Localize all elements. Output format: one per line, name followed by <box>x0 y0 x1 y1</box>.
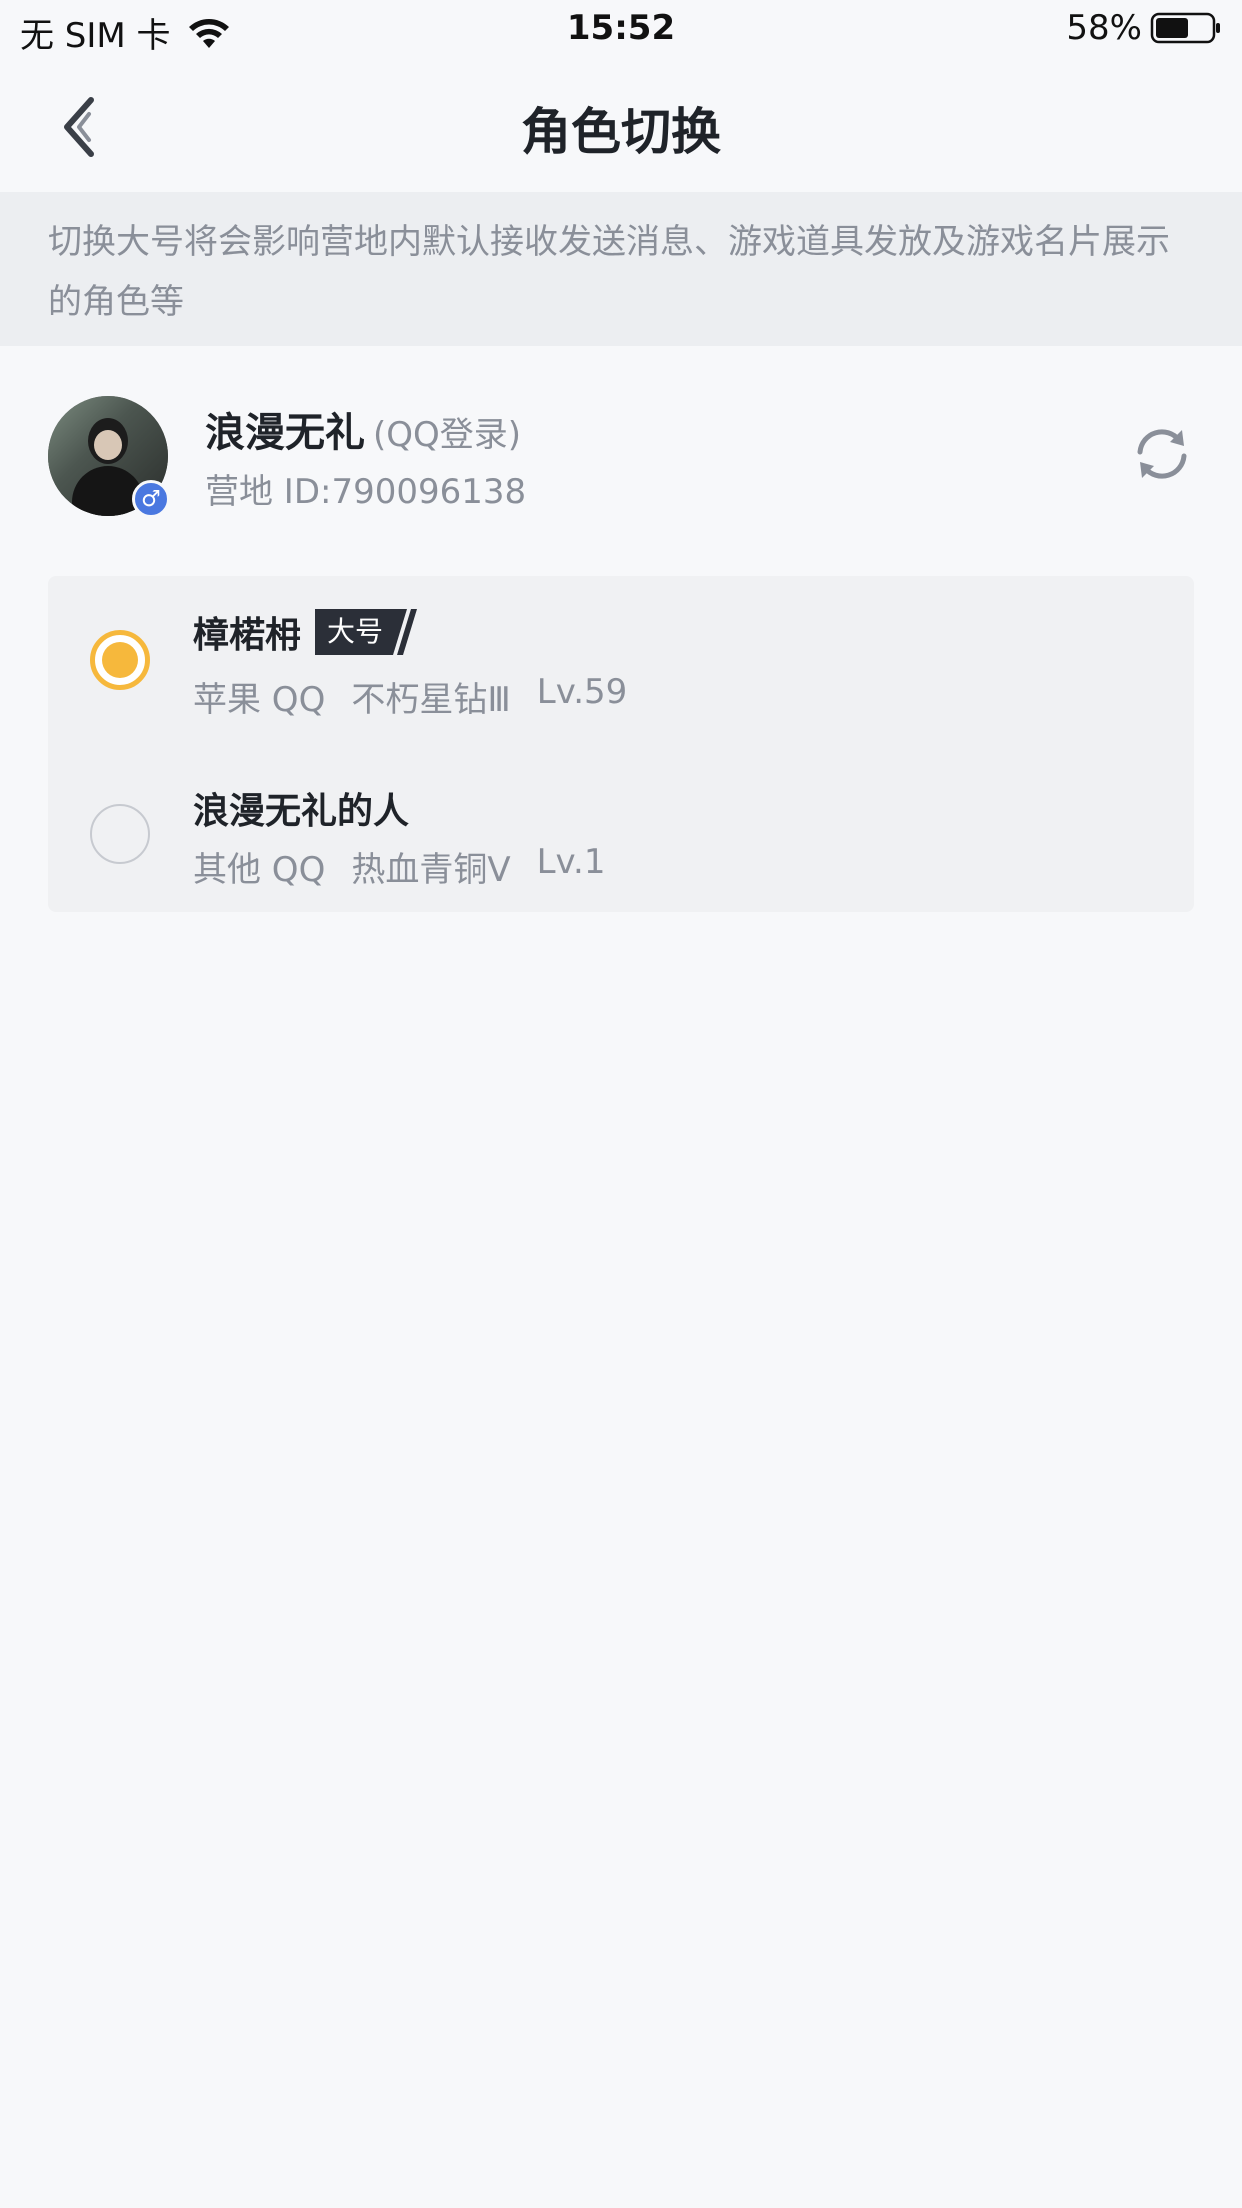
role-platform: 其他 QQ <box>193 850 326 890</box>
role-name: 浪漫无礼的人 <box>193 791 410 832</box>
role-item[interactable]: 浪漫无礼的人 其他 QQ 热血青铜Ⅴ Lv.1 <box>48 744 1194 912</box>
role-level: Lv.59 <box>536 672 628 712</box>
role-level: Lv.1 <box>536 842 606 882</box>
login-type: (QQ登录) <box>373 415 522 455</box>
role-item[interactable]: 樟楉枏 大号 苹果 QQ 不朽星钻Ⅲ Lv.59 <box>48 576 1194 744</box>
role-name: 樟楉枏 <box>193 615 302 656</box>
status-time: 15:52 <box>566 8 676 48</box>
radio-unselected[interactable] <box>90 804 150 864</box>
role-platform: 苹果 QQ <box>193 680 326 720</box>
account-name-line: 浪漫无礼 (QQ登录) <box>205 400 521 458</box>
account-name: 浪漫无礼 <box>205 410 365 456</box>
status-right: 58% <box>1066 8 1222 48</box>
page-title: 角色切换 <box>521 103 721 161</box>
radio-selected[interactable] <box>90 630 150 690</box>
notice-text: 切换大号将会影响营地内默认接收发送消息、游戏道具发放及游戏名片展示的角色等 <box>48 222 1170 322</box>
role-name-line: 樟楉枏 大号 <box>193 606 419 658</box>
main-account-badge: 大号 <box>315 609 419 655</box>
role-meta: 苹果 QQ 不朽星钻Ⅲ Lv.59 <box>193 672 653 721</box>
role-meta: 其他 QQ 热血青铜Ⅴ Lv.1 <box>193 842 631 891</box>
role-rank: 热血青铜Ⅴ <box>351 850 511 890</box>
role-list: 樟楉枏 大号 苹果 QQ 不朽星钻Ⅲ Lv.59 浪漫无礼的人 其他 QQ 热血… <box>48 576 1194 912</box>
refresh-icon[interactable] <box>1130 422 1194 486</box>
main-badge-label: 大号 <box>315 609 394 655</box>
male-gender-icon: ♂ <box>132 480 170 518</box>
notice-banner: 切换大号将会影响营地内默认接收发送消息、游戏道具发放及游戏名片展示的角色等 <box>0 192 1242 346</box>
battery-percent: 58% <box>1066 8 1142 48</box>
account-row: ♂ 浪漫无礼 (QQ登录) 营地 ID:790096138 <box>0 346 1242 561</box>
battery-icon <box>1150 12 1220 44</box>
status-bar: 无 SIM 卡 15:52 58% <box>0 0 1242 62</box>
avatar: ♂ <box>48 396 170 518</box>
badge-slash-decoration <box>393 609 418 655</box>
role-rank: 不朽星钻Ⅲ <box>351 680 511 720</box>
camp-id: 营地 ID:790096138 <box>205 472 527 512</box>
role-name-line: 浪漫无礼的人 <box>193 782 409 834</box>
nav-bar: 角色切换 <box>0 62 1242 192</box>
